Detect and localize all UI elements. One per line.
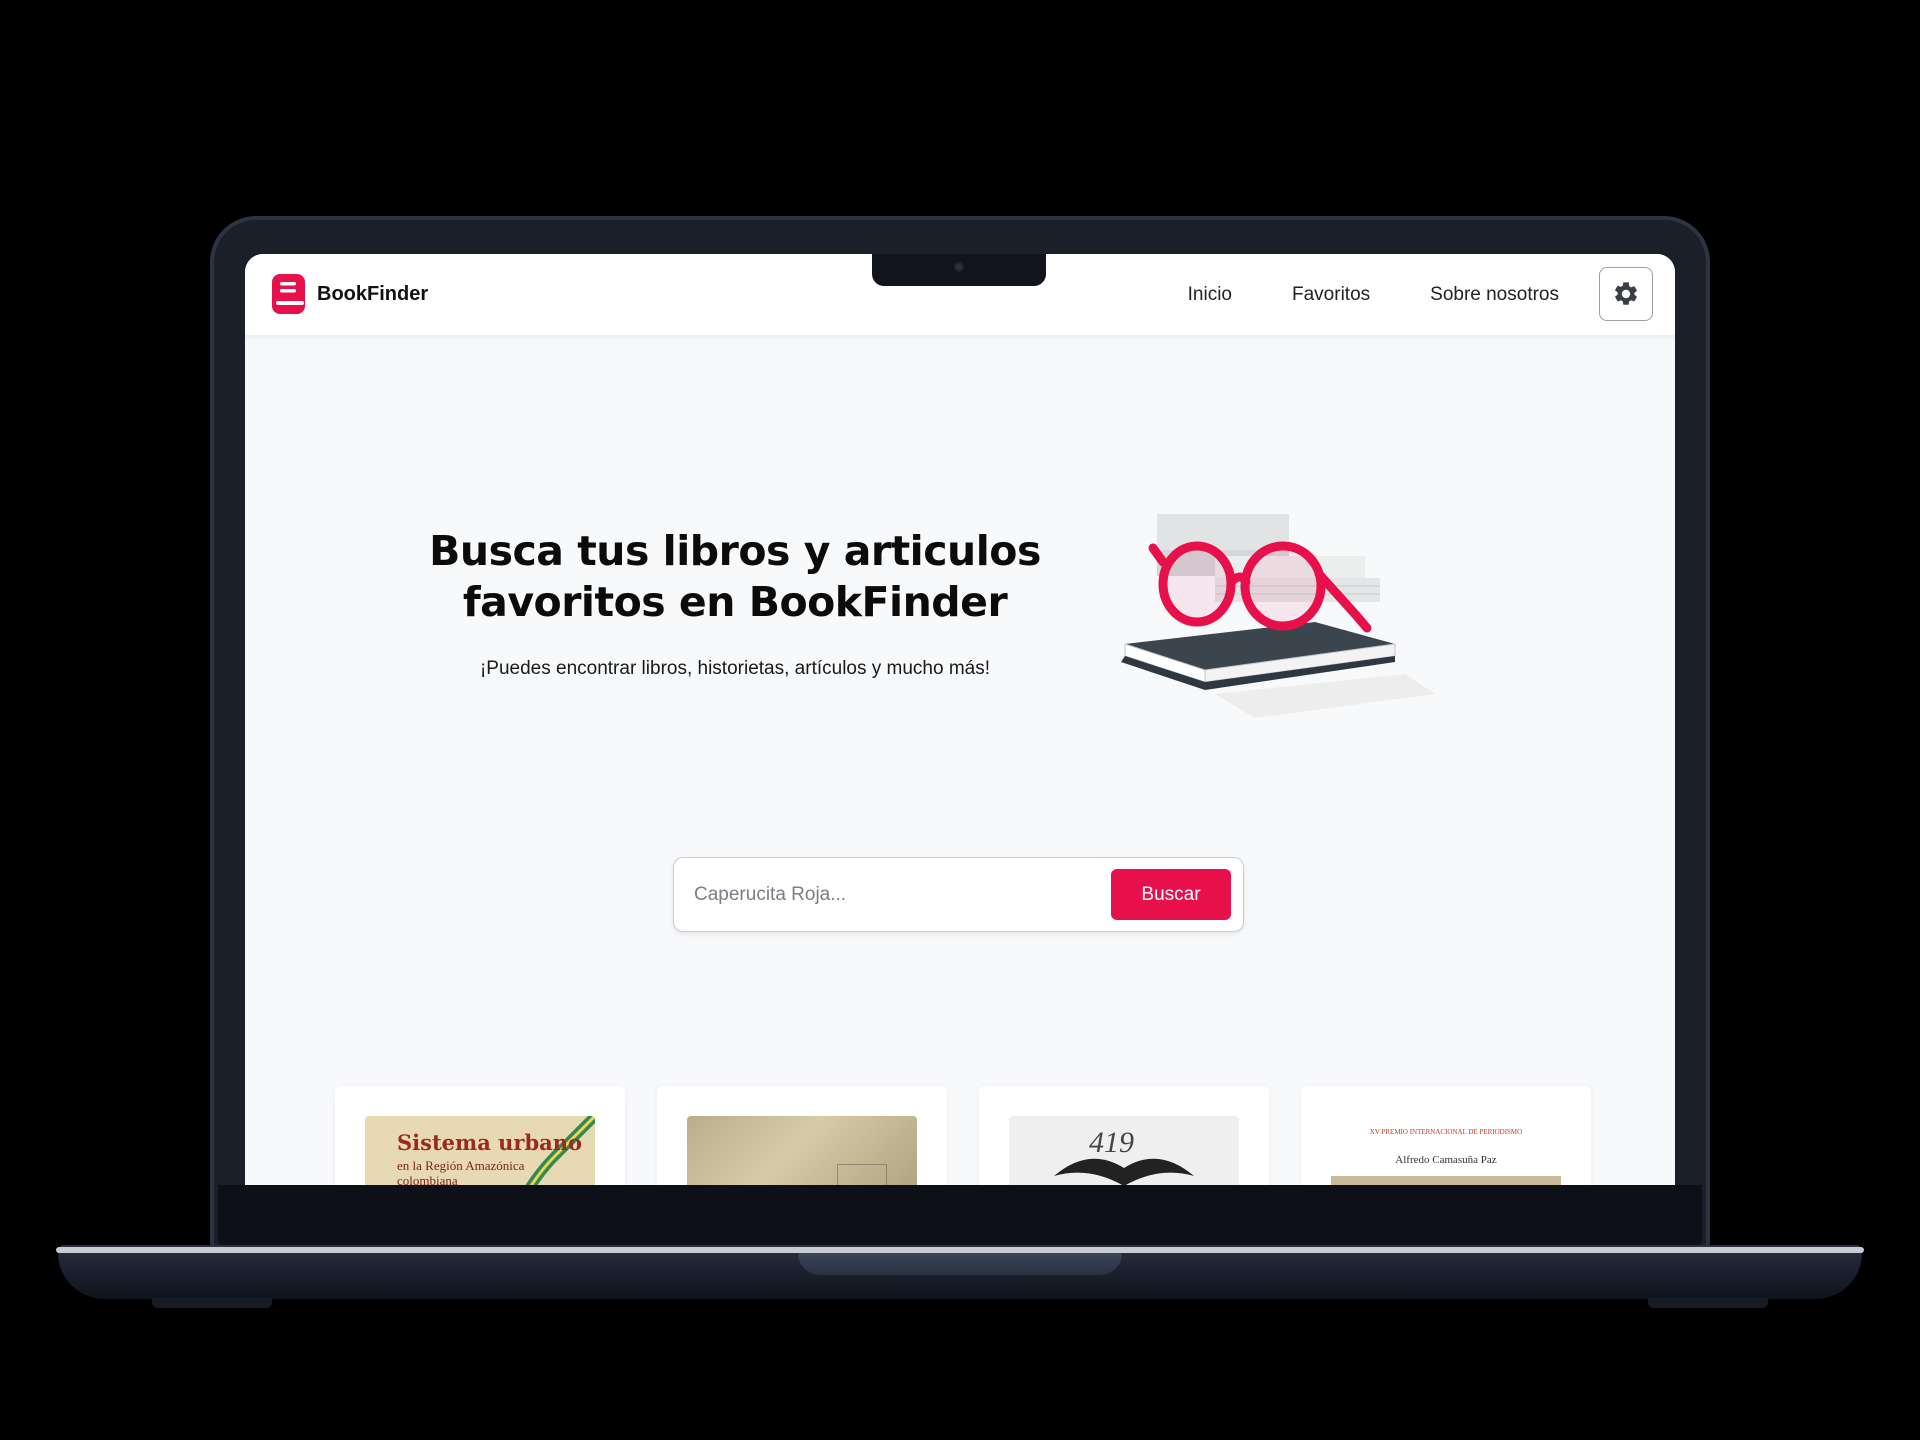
settings-button[interactable]: [1599, 267, 1653, 321]
book-cover-author: Alfredo Camasuña Paz: [1395, 1154, 1497, 1166]
book-card[interactable]: [657, 1086, 947, 1185]
laptop-bezel-chin: [218, 1185, 1702, 1249]
book-card[interactable]: Sistema urbano en la Región Amazónica co…: [335, 1086, 625, 1185]
brand[interactable]: BookFinder: [271, 273, 428, 315]
eagle-emblem-icon: [1054, 1158, 1194, 1185]
hero-title: Busca tus libros y articulos favoritos e…: [429, 527, 1041, 626]
search-input[interactable]: [686, 870, 1106, 920]
nav-links: Inicio Favoritos Sobre nosotros: [1188, 254, 1559, 335]
book-cover-subtitle: en la Región Amazónica colombiana: [397, 1158, 525, 1185]
book-cover: 419: [1009, 1116, 1239, 1185]
brand-name: BookFinder: [317, 282, 429, 305]
book-cover: Sistema urbano en la Región Amazónica co…: [365, 1116, 595, 1185]
glasses-on-books-icon: [1121, 514, 1435, 718]
laptop-opening-notch: [798, 1253, 1122, 1275]
camera-notch: [872, 254, 1046, 286]
book-cover-title: Sistema urbano: [397, 1130, 583, 1155]
laptop-foot-left: [152, 1298, 272, 1308]
nav-link-inicio[interactable]: Inicio: [1188, 284, 1232, 306]
book-icon: [272, 274, 305, 314]
book-list: Sistema urbano en la Región Amazónica co…: [335, 1086, 1591, 1185]
search-box: Buscar: [673, 857, 1244, 932]
book-cover-photo: [1331, 1176, 1561, 1185]
laptop-foot-right: [1648, 1298, 1768, 1308]
camera-icon: [954, 262, 964, 272]
book-card[interactable]: 419: [979, 1086, 1269, 1185]
nav-link-sobre-nosotros[interactable]: Sobre nosotros: [1430, 284, 1559, 306]
search-button[interactable]: Buscar: [1111, 869, 1231, 920]
book-card[interactable]: XV PREMIO INTERNACIONAL DE PERIODISMO Al…: [1301, 1086, 1591, 1185]
book-cover-stamp: [837, 1164, 887, 1185]
laptop-screen: BookFinder Inicio Favoritos Sobre nosotr…: [245, 254, 1675, 1185]
book-cover: [687, 1116, 917, 1185]
book-cover: XV PREMIO INTERNACIONAL DE PERIODISMO Al…: [1331, 1116, 1561, 1185]
gear-icon: [1615, 282, 1637, 305]
book-cover-heading: XV PREMIO INTERNACIONAL DE PERIODISMO: [1369, 1128, 1523, 1136]
nav-link-favoritos[interactable]: Favoritos: [1292, 284, 1370, 306]
hero-subtitle: ¡Puedes encontrar libros, historietas, a…: [479, 658, 991, 679]
